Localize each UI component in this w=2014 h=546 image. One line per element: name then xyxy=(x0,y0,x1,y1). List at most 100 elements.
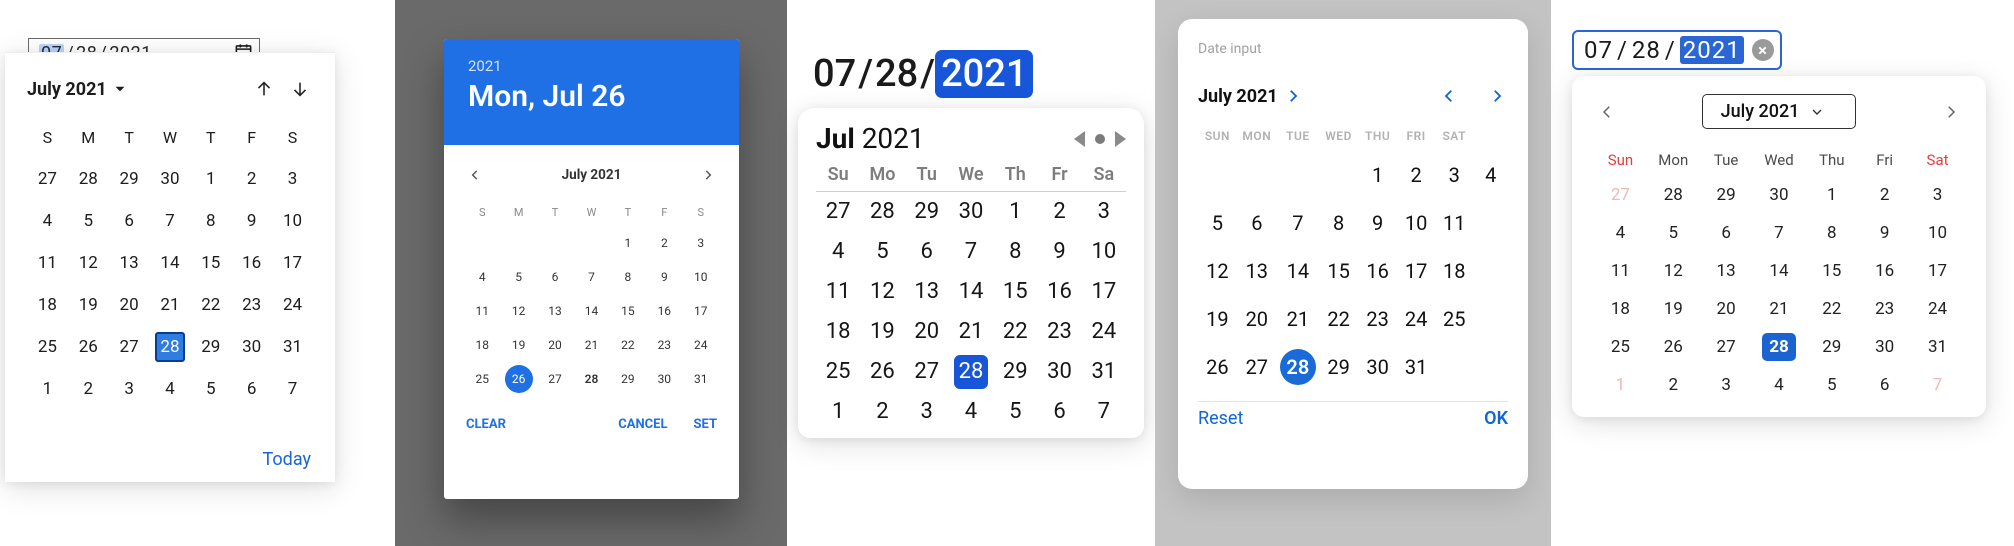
day-cell[interactable]: 12 xyxy=(1198,249,1237,293)
day-cell[interactable]: 30 xyxy=(1358,345,1397,389)
day-cell[interactable]: 3 xyxy=(1700,367,1753,403)
day-cell[interactable]: 11 xyxy=(1594,253,1647,289)
day-cell[interactable]: 13 xyxy=(905,272,949,312)
day-cell[interactable]: 7 xyxy=(1911,367,1964,403)
day-cell[interactable]: 17 xyxy=(272,245,313,281)
day-cell[interactable]: 4 xyxy=(949,392,993,432)
day-cell[interactable]: 2 xyxy=(1858,177,1911,213)
day-cell[interactable]: 21 xyxy=(949,312,993,352)
day-cell[interactable]: 10 xyxy=(272,203,313,239)
day-cell[interactable]: 7 xyxy=(272,371,313,407)
day-cell[interactable]: 2 xyxy=(1647,367,1700,403)
day-cell[interactable]: 16 xyxy=(1358,249,1397,293)
day-cell[interactable]: 29 xyxy=(109,161,150,197)
day-cell[interactable]: 17 xyxy=(1397,249,1435,293)
day-cell[interactable]: 3 xyxy=(109,371,150,407)
day-cell[interactable]: 30 xyxy=(646,363,682,395)
day-cell[interactable]: 23 xyxy=(231,287,272,323)
day-cell[interactable]: 14 xyxy=(1753,253,1806,289)
today-button[interactable]: Today xyxy=(263,449,311,470)
day-cell[interactable]: 30 xyxy=(1753,177,1806,213)
day-cell[interactable]: 7 xyxy=(573,261,609,293)
day-cell[interactable]: 11 xyxy=(27,245,68,281)
day-cell[interactable]: 12 xyxy=(860,272,904,312)
day-cell[interactable]: 2 xyxy=(646,227,682,259)
day-cell[interactable]: 24 xyxy=(1082,312,1126,352)
day-cell[interactable]: 17 xyxy=(683,295,719,327)
day-cell[interactable]: 3 xyxy=(1435,153,1473,197)
date-input[interactable]: 07 / 28 / 2021 xyxy=(1572,30,1782,70)
day-cell[interactable]: 15 xyxy=(1319,249,1358,293)
day-cell[interactable]: 6 xyxy=(1237,201,1277,245)
day-cell[interactable]: 10 xyxy=(1397,201,1435,245)
day-cell[interactable]: 27 xyxy=(816,192,860,232)
next-month-button[interactable] xyxy=(697,164,719,186)
day-cell[interactable]: 27 xyxy=(109,329,150,365)
day-cell[interactable]: 8 xyxy=(190,203,231,239)
day-cell[interactable]: 29 xyxy=(1319,345,1358,389)
day-cell[interactable]: 4 xyxy=(816,232,860,272)
day-cell[interactable]: 7 xyxy=(949,232,993,272)
day-cell[interactable]: 9 xyxy=(1358,201,1397,245)
day-cell[interactable]: 24 xyxy=(683,329,719,361)
next-month-button[interactable] xyxy=(287,76,313,102)
day-cell[interactable]: 5 xyxy=(1198,201,1237,245)
day-cell[interactable]: 7 xyxy=(1753,215,1806,251)
day-cell[interactable]: 4 xyxy=(1594,215,1647,251)
day-cell[interactable]: 1 xyxy=(1594,367,1647,403)
day-cell[interactable]: 9 xyxy=(231,203,272,239)
day-cell[interactable]: 11 xyxy=(464,295,500,327)
day-cell[interactable]: 23 xyxy=(1037,312,1081,352)
day-cell[interactable]: 1 xyxy=(27,371,68,407)
day-cell[interactable]: 26 xyxy=(1647,329,1700,365)
day-cell[interactable]: 1 xyxy=(610,227,646,259)
prev-month-button[interactable] xyxy=(464,164,486,186)
day-cell[interactable]: 31 xyxy=(1397,345,1435,389)
input-month[interactable]: 07 xyxy=(811,51,858,97)
day-cell[interactable]: 19 xyxy=(68,287,109,323)
day-cell[interactable]: 6 xyxy=(1700,215,1753,251)
day-cell[interactable]: 13 xyxy=(109,245,150,281)
month-year-button[interactable]: July 2021 xyxy=(1198,86,1302,107)
day-cell[interactable]: 31 xyxy=(272,329,313,365)
day-cell[interactable]: 5 xyxy=(860,232,904,272)
day-cell[interactable]: 5 xyxy=(68,203,109,239)
day-cell[interactable]: 3 xyxy=(1082,192,1126,232)
clear-button[interactable] xyxy=(1752,39,1774,61)
day-cell[interactable]: 28 xyxy=(150,329,191,365)
day-cell[interactable]: 15 xyxy=(993,272,1037,312)
day-cell[interactable]: 22 xyxy=(1805,291,1858,327)
input-month[interactable]: 07 xyxy=(1584,36,1613,64)
day-cell[interactable]: 17 xyxy=(1082,272,1126,312)
day-cell[interactable]: 4 xyxy=(1473,153,1508,197)
day-cell[interactable]: 1 xyxy=(190,161,231,197)
day-cell[interactable]: 1 xyxy=(816,392,860,432)
day-cell[interactable]: 19 xyxy=(1198,297,1237,341)
day-cell[interactable]: 15 xyxy=(610,295,646,327)
day-cell[interactable]: 5 xyxy=(993,392,1037,432)
day-cell[interactable]: 11 xyxy=(1435,201,1473,245)
day-cell[interactable]: 25 xyxy=(1594,329,1647,365)
day-cell[interactable]: 13 xyxy=(1700,253,1753,289)
day-cell[interactable]: 6 xyxy=(1037,392,1081,432)
day-cell[interactable]: 18 xyxy=(464,329,500,361)
day-cell[interactable]: 21 xyxy=(1753,291,1806,327)
day-cell[interactable]: 6 xyxy=(231,371,272,407)
day-cell[interactable]: 8 xyxy=(1805,215,1858,251)
prev-month-button[interactable] xyxy=(251,76,277,102)
day-cell[interactable]: 27 xyxy=(1700,329,1753,365)
day-cell[interactable]: 3 xyxy=(683,227,719,259)
day-cell[interactable]: 24 xyxy=(272,287,313,323)
day-cell[interactable]: 23 xyxy=(1358,297,1397,341)
day-cell[interactable]: 25 xyxy=(1435,297,1473,341)
day-cell[interactable]: 25 xyxy=(464,363,500,395)
day-cell[interactable]: 12 xyxy=(500,295,536,327)
month-year-dropdown[interactable]: July 2021 xyxy=(27,79,129,100)
day-cell[interactable]: 2 xyxy=(860,392,904,432)
day-cell[interactable]: 18 xyxy=(1435,249,1473,293)
clear-button[interactable]: CLEAR xyxy=(466,417,506,432)
day-cell[interactable]: 9 xyxy=(1858,215,1911,251)
day-cell[interactable]: 25 xyxy=(27,329,68,365)
day-cell[interactable]: 9 xyxy=(646,261,682,293)
day-cell[interactable]: 20 xyxy=(1237,297,1277,341)
